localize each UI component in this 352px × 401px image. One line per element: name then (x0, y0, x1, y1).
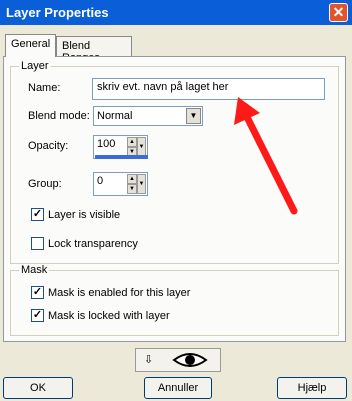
eye-icon[interactable] (172, 352, 208, 368)
blend-mode-value: Normal (97, 110, 133, 122)
pin-icon[interactable]: ⇩ (144, 353, 153, 366)
opacity-dropdown-icon[interactable]: ▼ (137, 137, 146, 157)
mask-group (10, 270, 339, 336)
opacity-updown[interactable]: ▲ ▼ (127, 137, 137, 157)
name-label: Name: (28, 82, 61, 94)
annotation-arrow (234, 97, 298, 215)
group-spinner[interactable]: 0 ▲ ▼ ▼ (93, 172, 148, 196)
ok-button[interactable]: OK (3, 377, 73, 399)
annotation-arrow-shaft (240, 107, 298, 215)
tab-general[interactable]: General (5, 34, 56, 57)
group-updown[interactable]: ▲ ▼ (127, 174, 137, 194)
close-button[interactable]: ✕ (329, 3, 348, 22)
tab-blend-ranges[interactable]: Blend Ranges (56, 36, 132, 64)
spin-up-icon[interactable]: ▲ (127, 174, 137, 184)
opacity-value: 100 (97, 138, 116, 150)
mask-group-legend: Mask (19, 264, 50, 276)
lock-transparency-checkbox[interactable] (31, 237, 44, 250)
title-bar: Layer Properties ✕ (0, 0, 352, 25)
cancel-button[interactable]: Annuller (144, 377, 212, 399)
group-dropdown-icon[interactable]: ▼ (137, 174, 146, 194)
mask-locked-label[interactable]: Mask is locked with layer (48, 310, 170, 322)
layer-toolbar: ⇩ (135, 348, 221, 372)
spin-up-icon[interactable]: ▲ (127, 137, 137, 147)
mask-enabled-checkbox[interactable]: ✓ (31, 286, 44, 299)
blend-mode-select[interactable]: Normal ▼ (93, 106, 203, 126)
blend-mode-label: Blend mode: (28, 110, 90, 122)
layer-group-legend: Layer (19, 60, 51, 72)
group-label: Group: (28, 178, 62, 190)
opacity-label: Opacity: (28, 140, 69, 152)
layer-visible-label[interactable]: Layer is visible (48, 209, 120, 221)
mask-enabled-label[interactable]: Mask is enabled for this layer (48, 287, 190, 299)
layer-visible-checkbox[interactable]: ✓ (31, 208, 44, 221)
help-button[interactable]: Hjælp (277, 377, 347, 399)
group-value: 0 (97, 175, 104, 187)
lock-transparency-label[interactable]: Lock transparency (48, 238, 138, 250)
window-title: Layer Properties (6, 5, 109, 20)
opacity-bar (95, 155, 148, 159)
spin-down-icon[interactable]: ▼ (127, 184, 137, 194)
mask-locked-checkbox[interactable]: ✓ (31, 309, 44, 322)
chevron-down-icon[interactable]: ▼ (186, 108, 201, 124)
